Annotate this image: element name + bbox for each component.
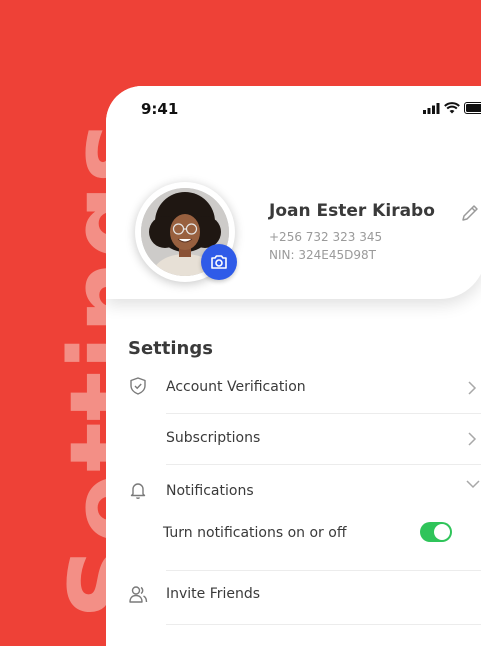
notifications-toggle[interactable] bbox=[420, 522, 452, 542]
edit-profile-button[interactable] bbox=[459, 202, 481, 224]
shield-check-icon bbox=[128, 376, 148, 396]
status-icons bbox=[423, 102, 481, 114]
status-bar: 9:41 bbox=[106, 86, 481, 132]
toggle-knob bbox=[434, 524, 450, 540]
chevron-down-icon bbox=[466, 479, 480, 489]
settings-item-subscriptions[interactable]: Subscriptions bbox=[106, 414, 481, 464]
settings-item-label: Subscriptions bbox=[166, 430, 260, 446]
phone-screen: 9:41 bbox=[106, 86, 481, 646]
chevron-right-icon bbox=[466, 432, 478, 446]
profile-phone: +256 732 323 345 bbox=[269, 230, 382, 244]
divider bbox=[166, 570, 481, 571]
profile-name: Joan Ester Kirabo bbox=[269, 201, 435, 221]
settings-item-account-verification[interactable]: Account Verification bbox=[106, 362, 481, 412]
profile-card: 9:41 bbox=[106, 86, 481, 299]
notifications-toggle-label: Turn notifications on or off bbox=[163, 525, 346, 541]
settings-item-invite-friends[interactable]: Invite Friends bbox=[106, 574, 481, 624]
divider bbox=[166, 624, 481, 625]
signal-icon bbox=[423, 103, 440, 114]
pencil-icon bbox=[459, 202, 481, 224]
profile-nin: NIN: 324E45D98T bbox=[269, 248, 376, 262]
profile-avatar[interactable] bbox=[135, 182, 235, 282]
chevron-right-icon bbox=[466, 381, 478, 395]
battery-icon bbox=[464, 102, 481, 114]
settings-item-label: Notifications bbox=[166, 483, 254, 499]
user-add-icon bbox=[128, 584, 148, 604]
settings-title: Settings bbox=[128, 338, 213, 359]
change-photo-button[interactable] bbox=[201, 244, 237, 280]
settings-item-label: Invite Friends bbox=[166, 586, 260, 602]
divider bbox=[166, 464, 481, 465]
camera-icon bbox=[210, 254, 228, 270]
wifi-icon bbox=[444, 102, 460, 114]
bell-icon bbox=[128, 480, 148, 500]
settings-item-label: Account Verification bbox=[166, 379, 306, 395]
status-time: 9:41 bbox=[141, 100, 178, 118]
